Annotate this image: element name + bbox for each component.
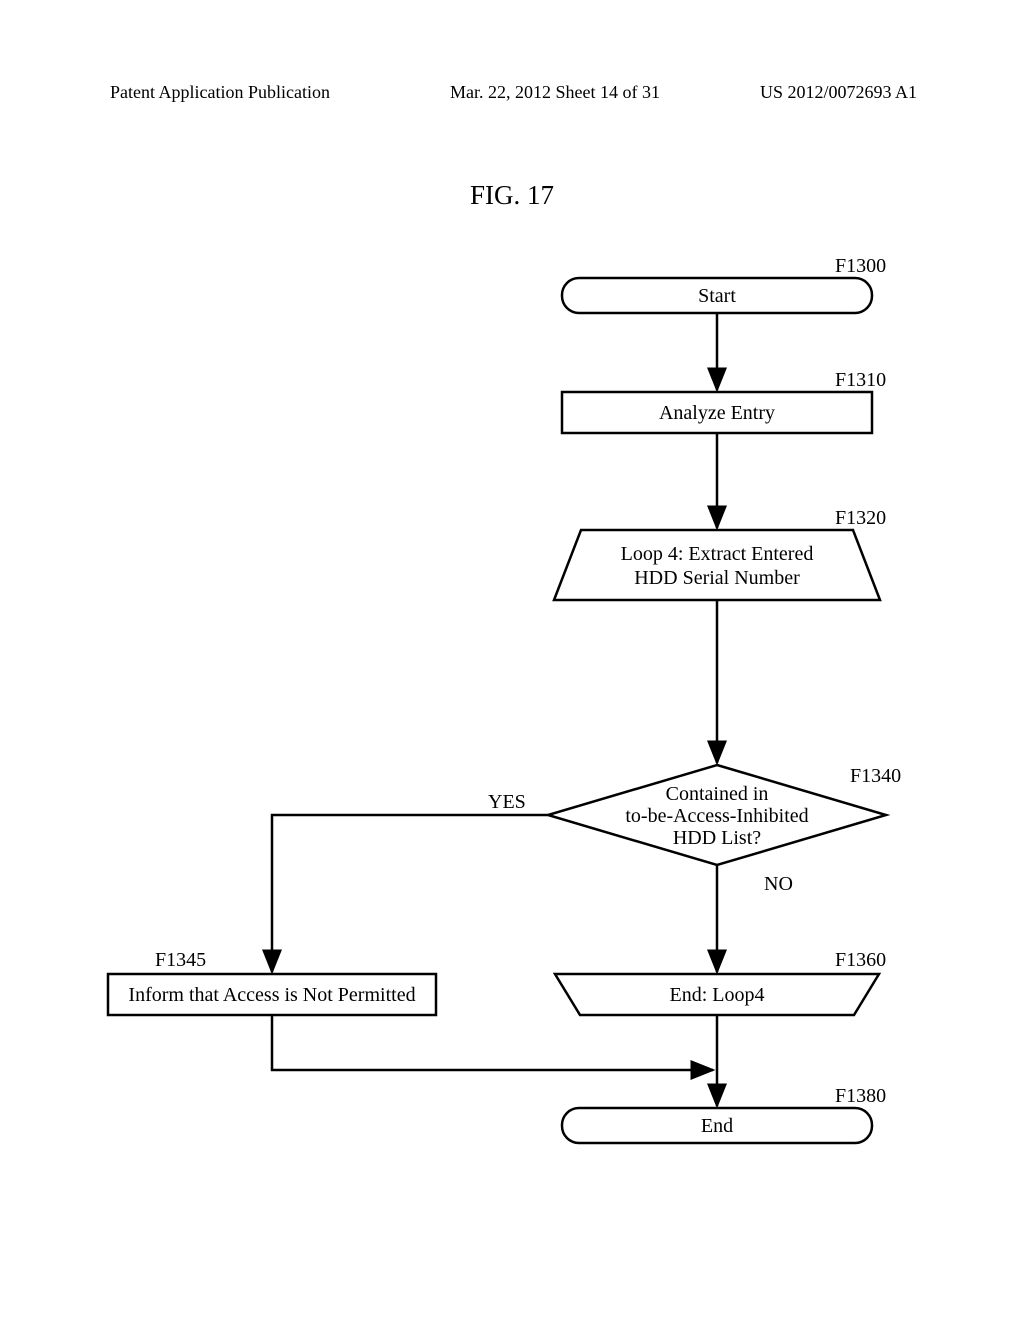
arrow-inform-merge <box>272 1015 713 1070</box>
node-analyze: Analyze Entry <box>562 392 872 433</box>
node-decision-l3: HDD List? <box>673 827 761 849</box>
node-loop-start: Loop 4: Extract Entered HDD Serial Numbe… <box>554 530 880 600</box>
label-start: F1300 <box>835 255 886 277</box>
node-end-text: End <box>701 1115 733 1137</box>
label-inform: F1345 <box>155 949 206 971</box>
node-loop-end: End: Loop4 <box>555 974 879 1015</box>
node-loop-start-l1: Loop 4: Extract Entered <box>621 543 814 565</box>
label-loop-start: F1320 <box>835 507 886 529</box>
branch-no: NO <box>717 865 793 972</box>
node-decision: Contained in to-be-Access-Inhibited HDD … <box>548 765 901 865</box>
node-loop-end-text: End: Loop4 <box>670 984 765 1006</box>
flowchart: Start F1300 F1310 Analyze Entry F1320 Lo… <box>0 0 1024 1320</box>
node-decision-l1: Contained in <box>666 783 769 805</box>
node-inform: Inform that Access is Not Permitted <box>108 974 436 1015</box>
node-inform-text: Inform that Access is Not Permitted <box>128 984 415 1006</box>
branch-yes-text: YES <box>488 791 526 813</box>
label-analyze: F1310 <box>835 369 886 391</box>
label-loop-end: F1360 <box>835 949 886 971</box>
label-end: F1380 <box>835 1085 886 1107</box>
node-analyze-text: Analyze Entry <box>659 402 775 424</box>
branch-no-text: NO <box>764 873 793 895</box>
node-loop-start-l2: HDD Serial Number <box>634 567 800 589</box>
node-start: Start F1300 <box>562 255 886 313</box>
node-decision-l2: to-be-Access-Inhibited <box>625 805 808 827</box>
node-start-text: Start <box>698 285 736 307</box>
node-end: End <box>562 1108 872 1143</box>
label-decision: F1340 <box>850 765 901 787</box>
branch-yes: YES <box>272 791 548 972</box>
